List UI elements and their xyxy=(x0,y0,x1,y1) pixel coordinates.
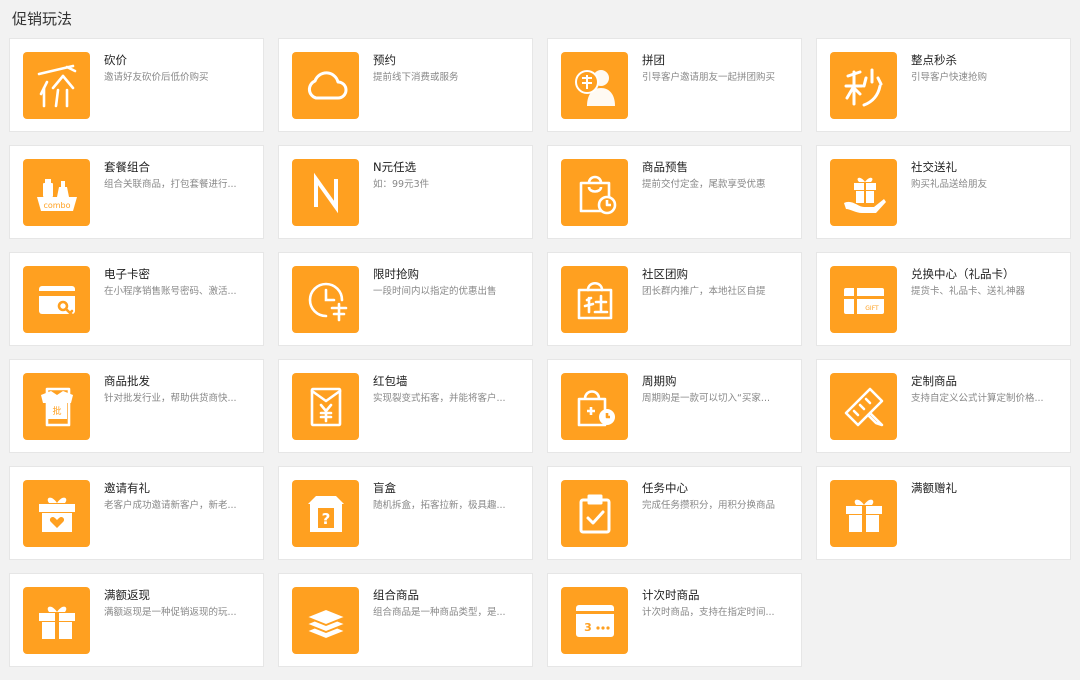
card-title: 计次时商品 xyxy=(642,588,700,602)
card-title: 电子卡密 xyxy=(104,267,150,281)
n-letter-icon xyxy=(292,159,359,226)
svg-text:GIFT: GIFT xyxy=(865,305,879,312)
card-title: 周期购 xyxy=(642,374,677,388)
promo-card-task-center[interactable]: 任务中心 完成任务攒积分，用积分换商品 xyxy=(547,466,802,560)
promo-card-bundle-product[interactable]: 组合商品 组合商品是一种商品类型，是... xyxy=(278,573,533,667)
gift-hand-icon xyxy=(830,159,897,226)
promo-card-community[interactable]: 社区团购 团长群内推广，本地社区自提 xyxy=(547,252,802,346)
ecard-key-icon xyxy=(23,266,90,333)
svg-text:3: 3 xyxy=(584,621,592,634)
card-desc: 在小程序销售账号密码、激活... xyxy=(104,286,237,297)
combo-icon: combo xyxy=(23,159,90,226)
promo-card-count-time[interactable]: 3 计次时商品 计次时商品，支持在指定时间... xyxy=(547,573,802,667)
cycle-bag-icon xyxy=(561,373,628,440)
invite-gift-icon xyxy=(23,480,90,547)
clock-grab-icon xyxy=(292,266,359,333)
svg-text:combo: combo xyxy=(43,201,70,210)
count-card-icon: 3 xyxy=(561,587,628,654)
presale-bag-icon xyxy=(561,159,628,226)
card-desc: 随机拆盒，拓客拉新，极具趣... xyxy=(373,500,506,511)
red-envelope-icon xyxy=(292,373,359,440)
card-desc: 针对批发行业，帮助供货商快... xyxy=(104,393,237,404)
card-desc: 引导客户快速抢购 xyxy=(911,72,988,83)
layers-icon xyxy=(292,587,359,654)
promo-card-cycle-buy[interactable]: 周期购 周期购是一款可以切入“买家... xyxy=(547,359,802,453)
card-desc: 老客户成功邀请新客户，新老... xyxy=(104,500,237,511)
card-title: 任务中心 xyxy=(642,481,688,495)
card-title: 满额返现 xyxy=(104,588,150,602)
card-title: 砍价 xyxy=(104,53,127,67)
card-desc: 购买礼品送给朋友 xyxy=(911,179,988,190)
card-title: 商品预售 xyxy=(642,160,688,174)
task-clipboard-icon xyxy=(561,480,628,547)
card-desc: 满额返现是一种促销返现的玩... xyxy=(104,607,237,618)
card-desc: 提前交付定金，尾款享受优惠 xyxy=(642,179,766,190)
card-title: 红包墙 xyxy=(373,374,408,388)
card-title: 限时抢购 xyxy=(373,267,419,281)
card-title: 组合商品 xyxy=(373,588,419,602)
promo-card-red-envelope[interactable]: 红包墙 实现裂变式拓客，并能将客户... xyxy=(278,359,533,453)
gift-card-icon: GIFT xyxy=(830,266,897,333)
card-desc: 如：99元3件 xyxy=(373,179,430,190)
card-title: 社交送礼 xyxy=(911,160,957,174)
card-desc: 引导客户邀请朋友一起拼团购买 xyxy=(642,72,776,83)
promo-card-blind-box[interactable]: ? 盲盒 随机拆盒，拓客拉新，极具趣... xyxy=(278,466,533,560)
promo-card-invite-gift[interactable]: 邀请有礼 老客户成功邀请新客户，新老... xyxy=(9,466,264,560)
promo-card-cashback[interactable]: 满额返现 满额返现是一种促销返现的玩... xyxy=(9,573,264,667)
card-desc: 完成任务攒积分，用积分换商品 xyxy=(642,500,776,511)
page-title: 促销玩法 xyxy=(12,10,73,28)
wholesale-shirt-icon: 批 xyxy=(23,373,90,440)
card-title: 整点秒杀 xyxy=(911,53,957,67)
blind-box-icon: ? xyxy=(292,480,359,547)
card-desc: 组合关联商品，打包套餐进行... xyxy=(104,179,237,190)
card-desc: 计次时商品，支持在指定时间... xyxy=(642,607,775,618)
card-title: 邀请有礼 xyxy=(104,481,150,495)
svg-text:?: ? xyxy=(321,510,330,528)
card-title: 定制商品 xyxy=(911,374,957,388)
promotion-grid: 砍价 邀请好友砍价后低价购买 预约 提前线下消费或服务 拼团 引导客户邀请朋友一… xyxy=(9,38,1071,667)
card-title: 套餐组合 xyxy=(104,160,150,174)
promo-card-flash-sale[interactable]: 整点秒杀 引导客户快速抢购 xyxy=(816,38,1071,132)
promo-card-redeem-center[interactable]: GIFT 兑换中心（礼品卡） 提货卡、礼品卡、送礼神器 xyxy=(816,252,1071,346)
card-title: 社区团购 xyxy=(642,267,688,281)
card-title: 拼团 xyxy=(642,53,665,67)
ruler-pencil-icon xyxy=(830,373,897,440)
gift-box-icon xyxy=(830,480,897,547)
promo-card-reservation[interactable]: 预约 提前线下消费或服务 xyxy=(278,38,533,132)
card-title: 商品批发 xyxy=(104,374,150,388)
flash-sale-icon xyxy=(830,52,897,119)
card-title: 预约 xyxy=(373,53,396,67)
group-buy-icon xyxy=(561,52,628,119)
promo-card-full-gift[interactable]: 满额赠礼 xyxy=(816,466,1071,560)
card-title: N元任选 xyxy=(373,160,417,174)
promo-card-wholesale[interactable]: 批 商品批发 针对批发行业，帮助供货商快... xyxy=(9,359,264,453)
card-desc: 一段时间内以指定的优惠出售 xyxy=(373,286,497,297)
card-desc: 实现裂变式拓客，并能将客户... xyxy=(373,393,506,404)
card-desc: 邀请好友砍价后低价购买 xyxy=(104,72,209,83)
card-desc: 提货卡、礼品卡、送礼神器 xyxy=(911,286,1026,297)
promo-card-bargain[interactable]: 砍价 邀请好友砍价后低价购买 xyxy=(9,38,264,132)
card-desc: 提前线下消费或服务 xyxy=(373,72,459,83)
cashback-gift-icon xyxy=(23,587,90,654)
promo-card-presale[interactable]: 商品预售 提前交付定金，尾款享受优惠 xyxy=(547,145,802,239)
promo-card-group-buy[interactable]: 拼团 引导客户邀请朋友一起拼团购买 xyxy=(547,38,802,132)
bargain-icon xyxy=(23,52,90,119)
promo-card-e-card[interactable]: 电子卡密 在小程序销售账号密码、激活... xyxy=(9,252,264,346)
promo-card-custom[interactable]: 定制商品 支持自定义公式计算定制价格... xyxy=(816,359,1071,453)
card-title: 满额赠礼 xyxy=(911,481,957,495)
svg-text:批: 批 xyxy=(52,405,61,417)
promo-card-limited-time[interactable]: 限时抢购 一段时间内以指定的优惠出售 xyxy=(278,252,533,346)
cloud-icon xyxy=(292,52,359,119)
card-title: 兑换中心（礼品卡） xyxy=(911,267,1015,281)
card-desc: 团长群内推广，本地社区自提 xyxy=(642,286,766,297)
card-desc: 支持自定义公式计算定制价格... xyxy=(911,393,1044,404)
community-bag-icon xyxy=(561,266,628,333)
promo-card-combo[interactable]: combo 套餐组合 组合关联商品，打包套餐进行... xyxy=(9,145,264,239)
promo-card-social-gift[interactable]: 社交送礼 购买礼品送给朋友 xyxy=(816,145,1071,239)
card-title: 盲盒 xyxy=(373,481,396,495)
card-desc: 周期购是一款可以切入“买家... xyxy=(642,393,770,404)
card-desc: 组合商品是一种商品类型，是... xyxy=(373,607,506,618)
promo-card-n-yuan[interactable]: N元任选 如：99元3件 xyxy=(278,145,533,239)
